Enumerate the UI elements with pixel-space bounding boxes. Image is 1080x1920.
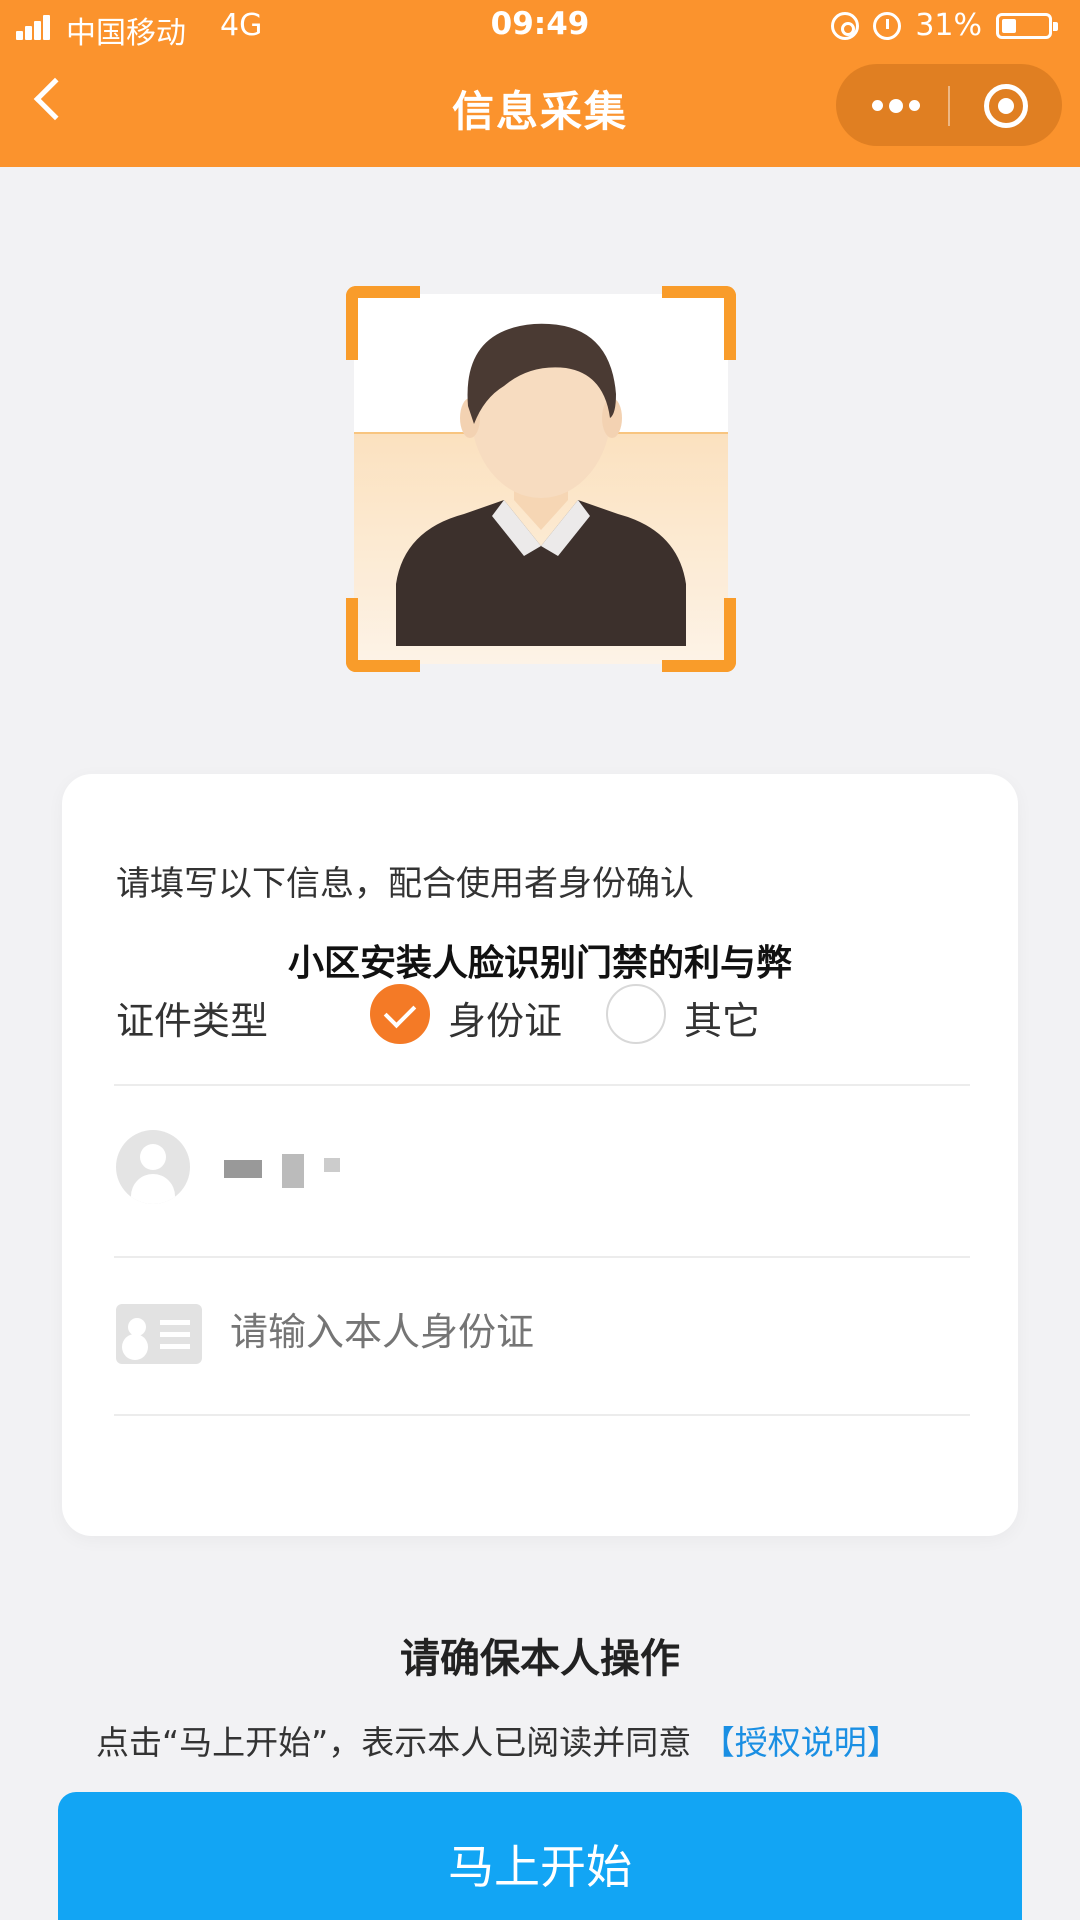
authorization-link[interactable]: 【授权说明】 (702, 1723, 900, 1762)
frame-corner (662, 286, 736, 360)
frame-corner (662, 598, 736, 672)
battery-icon (996, 12, 1058, 39)
masked-name (324, 1158, 340, 1172)
masked-name (282, 1154, 304, 1188)
agreement-text-body: 点击“马上开始”，表示本人已阅读并同意 (96, 1723, 692, 1762)
masked-name (224, 1160, 262, 1178)
alarm-icon (873, 11, 902, 40)
radio-other[interactable] (606, 984, 666, 1044)
confirm-title: 请确保本人操作 (400, 1636, 680, 1682)
user-icon (116, 1130, 190, 1204)
overlay-title: 小区安装人脸识别门禁的利与弊 (287, 943, 792, 984)
option-id-card-label[interactable]: 身份证 (448, 990, 562, 1045)
frame-corner (346, 598, 420, 672)
target-circle-icon[interactable] (984, 84, 1028, 128)
capsule-divider (948, 86, 950, 126)
id-card-icon (116, 1304, 202, 1364)
status-bar: 中国移动 4G 09:49 31% (0, 0, 1080, 56)
start-button[interactable]: 马上开始 (58, 1792, 1022, 1920)
header-bar: 中国移动 4G 09:49 31% 信息采集 (0, 0, 1080, 167)
battery-percent: 31% (915, 8, 982, 43)
frame-corner (346, 286, 420, 360)
divider (114, 1256, 970, 1258)
more-dots-icon[interactable] (872, 99, 920, 113)
form-intro: 请填写以下信息，配合使用者身份确认 (116, 864, 694, 904)
face-capture-frame (346, 286, 736, 672)
option-other-label[interactable]: 其它 (684, 990, 760, 1045)
divider (114, 1414, 970, 1416)
id-number-row (116, 1304, 976, 1366)
name-row[interactable] (116, 1130, 976, 1206)
radio-id-card[interactable] (370, 984, 430, 1044)
screen: 中国移动 4G 09:49 31% 信息采集 请填写以下信息，配合使用者身份确认… (0, 0, 1080, 1920)
mini-program-capsule (836, 64, 1062, 146)
id-type-row: 证件类型 身份证 其它 (116, 984, 976, 1044)
id-type-label: 证件类型 (116, 999, 269, 1043)
id-number-input[interactable] (230, 1310, 930, 1354)
divider (114, 1084, 970, 1086)
status-icons: 31% (831, 8, 1058, 43)
info-form-card: 请填写以下信息，配合使用者身份确认 证件类型 身份证 其它 (62, 774, 1018, 1536)
rotation-lock-icon (831, 11, 860, 40)
agreement-text: 点击“马上开始”，表示本人已阅读并同意 【授权说明】 (96, 1716, 900, 1764)
